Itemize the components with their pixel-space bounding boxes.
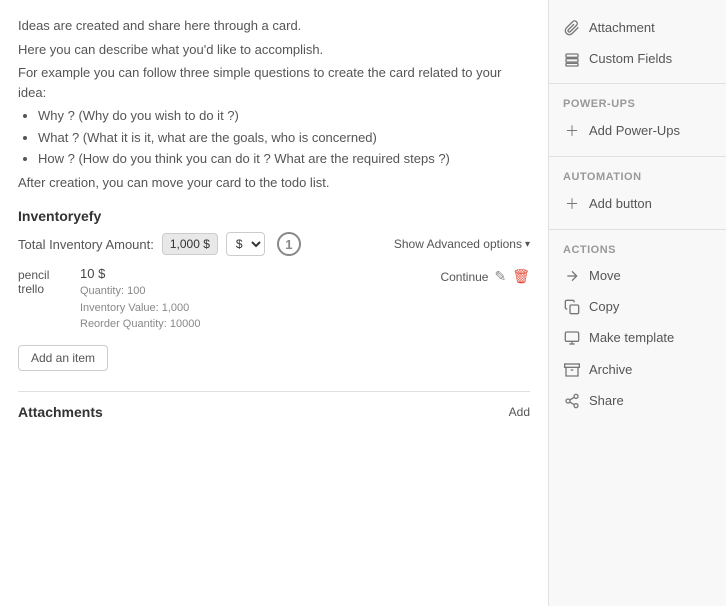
main-panel: Ideas are created and share here through… <box>0 0 548 606</box>
edit-item-button[interactable]: ✎ <box>494 268 506 285</box>
copy-label: Copy <box>589 299 619 314</box>
intro-bullets: Why ? (Why do you wish to do it ?) What … <box>38 106 530 169</box>
add-attachment-button[interactable]: Add <box>509 405 530 419</box>
attachment-label: Attachment <box>589 20 655 35</box>
bullet-3: How ? (How do you think you can do it ? … <box>38 149 530 169</box>
intro-section: Ideas are created and share here through… <box>18 16 530 192</box>
section-title: Inventoryefy <box>18 208 530 224</box>
attachments-section: Attachments Add <box>18 391 530 420</box>
add-item-button[interactable]: Add an item <box>18 345 108 371</box>
sidebar-item-add-button[interactable]: ＋ Add button <box>549 187 726 221</box>
automation-section: Automation ＋ Add button <box>549 161 726 225</box>
sidebar-item-make-template[interactable]: Make template <box>549 322 726 353</box>
copy-icon <box>563 298 581 315</box>
custom-fields-icon <box>563 50 581 67</box>
actions-section-title: Actions <box>549 238 726 260</box>
divider-1 <box>549 83 726 84</box>
powerups-section-title: Power-Ups <box>549 92 726 114</box>
intro-line1: Ideas are created and share here through… <box>18 16 530 36</box>
inventory-label: Total Inventory Amount: <box>18 237 154 252</box>
attachments-title: Attachments <box>18 404 103 420</box>
intro-line3: For example you can follow three simple … <box>18 63 530 102</box>
sidebar-item-add-powerups[interactable]: ＋ Add Power-Ups <box>549 114 726 148</box>
step-badge: 1 <box>277 232 301 256</box>
add-button-label: Add button <box>589 196 652 211</box>
sidebar-item-share[interactable]: Share <box>549 385 726 416</box>
inventory-row: pencil trello 10 $ Quantity: 100 Invento… <box>18 266 530 333</box>
item-details: 10 $ Quantity: 100 Inventory Value: 1,00… <box>80 266 428 333</box>
make-template-label: Make template <box>589 330 674 345</box>
actions-section: Actions Move Copy <box>549 234 726 420</box>
share-label: Share <box>589 393 624 408</box>
add-powerups-label: Add Power-Ups <box>589 123 680 138</box>
show-advanced-button[interactable]: Show Advanced options ▾ <box>394 237 530 251</box>
archive-label: Archive <box>589 362 632 377</box>
continue-button[interactable]: Continue <box>440 270 488 284</box>
item-meta: Quantity: 100 Inventory Value: 1,000 Reo… <box>80 283 428 333</box>
sidebar-item-copy[interactable]: Copy <box>549 291 726 322</box>
attachment-icon <box>563 19 581 36</box>
item-name: pencil trello <box>18 266 68 296</box>
sidebar-item-custom-fields[interactable]: Custom Fields <box>549 43 726 74</box>
move-label: Move <box>589 268 621 283</box>
move-icon <box>563 267 581 284</box>
item-actions: Continue ✎ 🗑 <box>440 266 530 285</box>
sidebar-item-archive[interactable]: Archive <box>549 353 726 384</box>
item-price: 10 $ <box>80 266 428 281</box>
sidebar-item-attachment[interactable]: Attachment <box>549 12 726 43</box>
archive-icon <box>563 360 581 377</box>
bullet-2: What ? (What it is it, what are the goal… <box>38 128 530 148</box>
powerups-section: Power-Ups ＋ Add Power-Ups <box>549 88 726 152</box>
sidebar-attachment-section: Attachment Custom Fields <box>549 8 726 79</box>
bullet-1: Why ? (Why do you wish to do it ?) <box>38 106 530 126</box>
plus-icon-automation: ＋ <box>563 194 581 214</box>
intro-line2: Here you can describe what you'd like to… <box>18 40 530 60</box>
currency-select[interactable]: $ € <box>226 232 265 256</box>
divider-2 <box>549 156 726 157</box>
amount-input[interactable]: 1,000 $ <box>162 233 218 255</box>
plus-icon-powerups: ＋ <box>563 121 581 141</box>
custom-fields-label: Custom Fields <box>589 51 672 66</box>
inventory-header: Total Inventory Amount: 1,000 $ $ € 1 Sh… <box>18 232 530 256</box>
template-icon <box>563 329 581 346</box>
delete-item-button[interactable]: 🗑 <box>512 268 530 285</box>
intro-line4: After creation, you can move your card t… <box>18 173 530 193</box>
sidebar-item-move[interactable]: Move <box>549 260 726 291</box>
automation-section-title: Automation <box>549 165 726 187</box>
sidebar: Attachment Custom Fields Power-Ups ＋ Add… <box>548 0 726 606</box>
chevron-down-icon: ▾ <box>525 239 530 250</box>
divider-3 <box>549 229 726 230</box>
share-icon <box>563 392 581 409</box>
